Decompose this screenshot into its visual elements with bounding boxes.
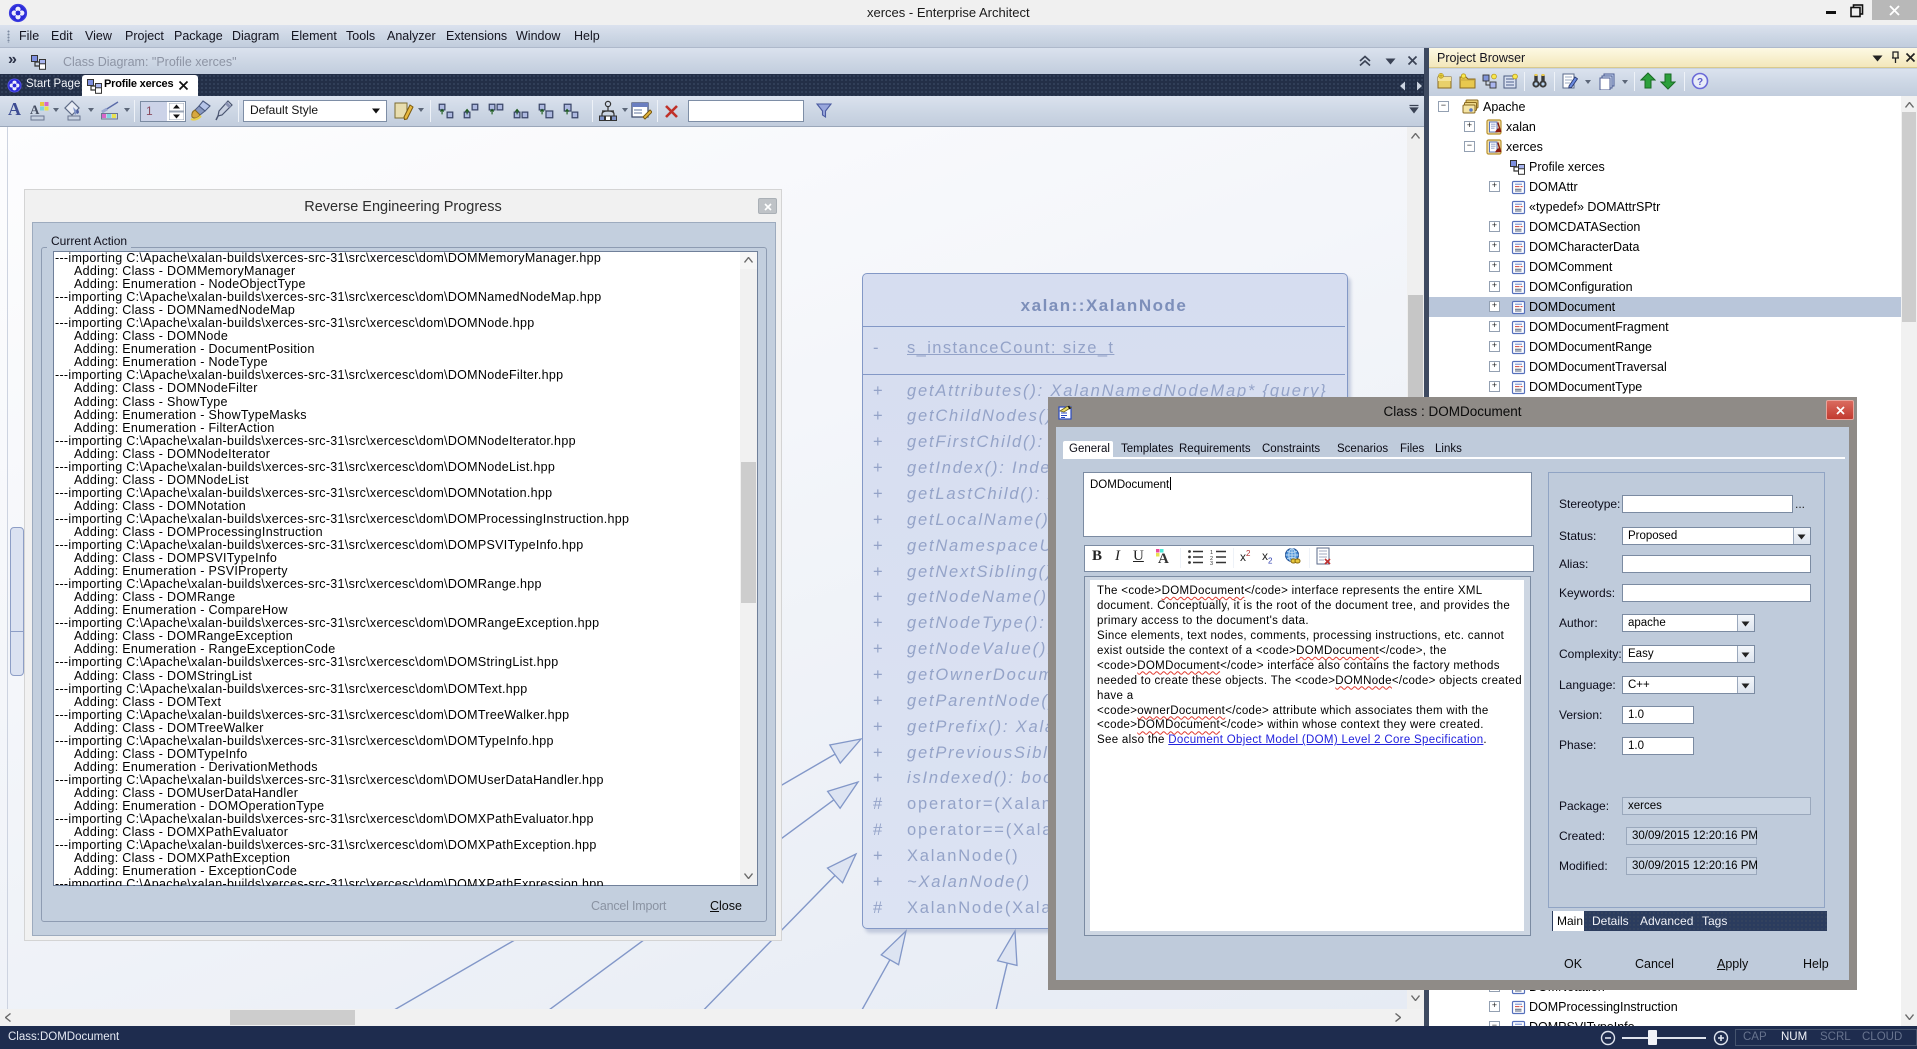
svg-text:3: 3: [1210, 561, 1213, 565]
svg-text:A: A: [1158, 551, 1169, 566]
svg-text:A: A: [30, 102, 40, 117]
svg-text:?: ?: [1697, 77, 1703, 88]
